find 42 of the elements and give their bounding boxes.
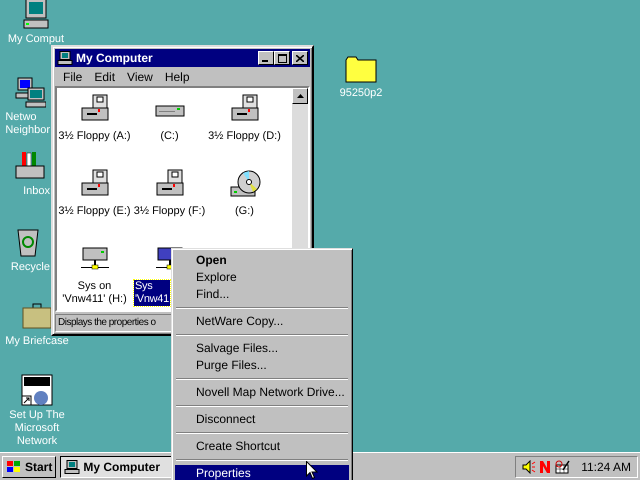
start-button[interactable]: Start [2, 456, 56, 478]
context-menu-item[interactable]: Salvage Files... [175, 340, 349, 357]
speaker-icon[interactable] [522, 460, 536, 474]
context-menu-item[interactable]: Explore [175, 269, 349, 286]
computer-icon [57, 51, 73, 65]
cd-drive-icon[interactable] [228, 169, 260, 199]
scroll-up-button[interactable] [292, 88, 308, 104]
windows-flag-icon [6, 460, 22, 474]
close-button[interactable] [292, 51, 308, 65]
drive-label[interactable]: Sys on 'Vnw411' (H:) [61, 280, 128, 306]
drive-label[interactable]: 3½ Floppy (A:) [57, 130, 132, 143]
taskbar-window-button[interactable]: My Computer [60, 456, 172, 478]
context-menu-item[interactable]: Properties [175, 465, 349, 480]
context-menu-item[interactable]: Create Shortcut [175, 438, 349, 455]
minimize-button[interactable] [258, 51, 274, 65]
context-menu-item[interactable]: Novell Map Network Drive... [175, 384, 349, 401]
menu-item[interactable]: Edit [88, 70, 122, 84]
context-menu-item[interactable]: Purge Files... [175, 357, 349, 374]
up-arrow-icon [296, 94, 304, 98]
msn-shortcut-icon[interactable] [21, 374, 53, 406]
scheduler-icon[interactable] [554, 460, 570, 474]
context-menu-item[interactable]: Find... [175, 286, 349, 303]
drive-label[interactable]: 3½ Floppy (E:) [57, 205, 132, 218]
clock: 11:24 AM [581, 460, 631, 474]
drive-label[interactable]: (G:) [234, 205, 255, 218]
maximize-icon [278, 54, 286, 62]
mouse-pointer-icon [306, 461, 318, 480]
computer-icon [64, 460, 80, 474]
maximize-button[interactable] [274, 51, 290, 65]
context-menu-item[interactable]: Open [175, 252, 349, 269]
drive-label[interactable]: Sys 'Vnw41 [134, 280, 170, 306]
menu-item[interactable]: Help [158, 70, 196, 84]
drive-label[interactable]: 3½ Floppy (F:) [132, 205, 206, 218]
network-computers-icon[interactable] [14, 76, 46, 108]
window-title: My Computer [76, 51, 154, 65]
drive-label[interactable]: (C:) [159, 130, 180, 143]
folder-icon[interactable] [344, 56, 378, 84]
drive-label[interactable]: 3½ Floppy (D:) [207, 130, 282, 143]
close-icon [296, 54, 304, 62]
menu-item[interactable]: View [121, 70, 159, 84]
menu-item[interactable]: File [57, 70, 88, 84]
context-menu-item[interactable]: Disconnect [175, 411, 349, 428]
